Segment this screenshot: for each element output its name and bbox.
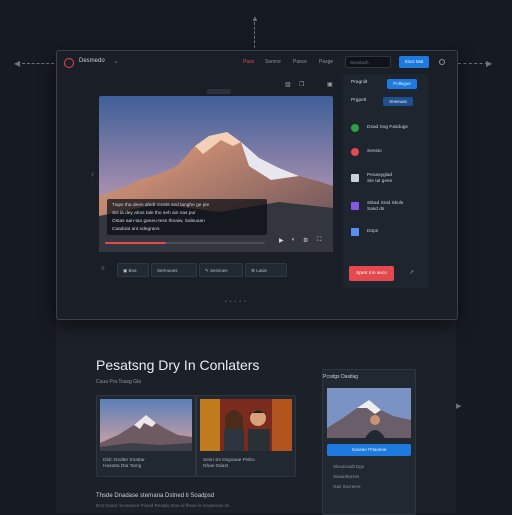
menu-icon[interactable]: ≡	[101, 266, 105, 272]
toolbar-chip[interactable]: Sermuoes	[151, 263, 197, 277]
primary-button[interactable]: Sloct Mat	[399, 56, 429, 68]
app-title: Desmedo	[79, 58, 105, 64]
pagination-dots[interactable]: •••••	[225, 299, 249, 305]
copy-icon[interactable]: ❐	[299, 81, 304, 88]
connector-top	[254, 22, 255, 48]
toolbar-chip-label: Boa	[128, 268, 137, 273]
side-pill-active[interactable]: Pollegue	[387, 79, 417, 89]
app-logo-icon[interactable]	[64, 58, 74, 68]
toolbar-chip-label: Lasie	[256, 268, 268, 273]
side-item[interactable]: Stkad Snid Skols Sasd ds	[367, 201, 403, 213]
gallery-icon	[351, 228, 359, 236]
play-square-icon	[351, 174, 359, 182]
side-pill[interactable]: Sneeuas	[383, 97, 413, 106]
section-heading: Pesatsng Dry In Conlaters	[96, 357, 260, 373]
play-icon[interactable]: ▶	[279, 237, 284, 244]
app-window: Desmedo ⌄ Pass Senrce Pasce Pasge Sesnla…	[56, 50, 458, 320]
preview-thumbnail	[327, 388, 411, 438]
side-item[interactable]: Peoasyglad Sie tal gees	[367, 173, 392, 185]
connector-right	[458, 63, 488, 64]
footer-subtitle: Dos Doasc Scseanen Pnsed Reotda Stan-al …	[96, 503, 230, 508]
side-pill[interactable]: Pragnilt	[351, 80, 367, 85]
toolbar-chip[interactable]: ✎ Sesnoes	[199, 263, 243, 277]
preview-line: Gas Socreers	[333, 484, 361, 489]
preview-card-title: Pcodgs Dastlag	[323, 374, 359, 380]
toolbar-chip[interactable]: ⚙ Lasie	[245, 263, 287, 277]
side-panel: Pragnilt Pollegue Prgpelt Sneeuas Dsad S…	[343, 74, 429, 288]
toolbar-chip-label: Sermuoes	[157, 268, 178, 273]
caption-line: Sis ia dey ahos tale tho seh ain nas pur	[112, 211, 196, 216]
connector-left	[22, 63, 54, 64]
lower-section: Pesatsng Dry In Conlaters Cuua Pra Toasg…	[56, 318, 456, 515]
red-dot-icon	[351, 148, 359, 156]
gear-icon[interactable]	[439, 59, 445, 65]
video-player[interactable]: Tiaps tha deen ahidt reosts zed tanghe g…	[99, 96, 333, 252]
video-progress-fill	[105, 242, 166, 244]
expand-icon[interactable]: ⛶	[317, 237, 321, 244]
video-caption: Tiaps tha deen ahidt reosts zed tanghe g…	[107, 199, 267, 235]
nav-item[interactable]: Pass	[243, 59, 254, 65]
fullscreen-icon[interactable]: ▣	[327, 81, 333, 88]
preview-line: Slunaroadt Dgs	[333, 464, 365, 469]
cta-button[interactable]: Spetr Inn seco	[349, 266, 394, 281]
video-progress-bar[interactable]	[105, 242, 265, 244]
nav-item[interactable]: Senrce	[265, 59, 281, 65]
arrow-left-icon: ◀	[14, 59, 21, 68]
video-handle[interactable]	[207, 89, 231, 94]
caption-line: Ostas aan-tao ganeu-tess thnaiw, Salsuua…	[112, 219, 205, 224]
arrow-right-icon: ▶	[456, 403, 462, 410]
arrow-right-icon: ▶	[486, 59, 493, 68]
grid-icon[interactable]: ▥	[285, 81, 291, 88]
volume-icon[interactable]: ◖	[291, 237, 295, 243]
card-caption: Dldc Dedtte Snattar Hasatta Dta Tamg	[103, 458, 145, 469]
preview-action-button[interactable]: Sosean Prtaonne	[327, 444, 411, 456]
toolbar-chip[interactable]: ▣ Boa	[117, 263, 149, 277]
green-dot-icon	[351, 124, 359, 132]
caption-line: Tiaps tha deen ahidt reosts zed tanghe g…	[112, 203, 210, 208]
preview-line: Ssaurelarzes	[333, 474, 360, 479]
media-card[interactable]: Dldc Dedtte Snattar Hasatta Dta Tamg	[96, 395, 196, 477]
caption-line: Caadoat ant ndegrans	[112, 227, 160, 232]
side-item[interactable]: Dops	[367, 229, 378, 235]
search-input[interactable]: Sesnlach	[345, 56, 391, 68]
top-bar: Desmedo ⌄ Pass Senrce Pasce Pasge Sesnla…	[57, 51, 457, 75]
chevron-left-icon[interactable]: ‹	[91, 169, 94, 180]
toolbar-chip-label: Sesnoes	[210, 268, 228, 273]
chevron-down-icon[interactable]: ⌄	[113, 57, 119, 65]
side-item[interactable]: Sensio	[367, 149, 382, 155]
card-caption: Sesn Ss Dsgoaae Pisbo Nhas Ddast	[203, 458, 255, 469]
section-subheading: Cuua Pra Toasg Gla	[96, 379, 141, 385]
arrow-up-icon: ▲	[251, 14, 259, 23]
media-card[interactable]: Sesn Ss Dsgoaae Pisbo Nhas Ddast	[196, 395, 296, 477]
nav-item[interactable]: Pasge	[319, 59, 333, 65]
nav-item[interactable]: Pasce	[293, 59, 307, 65]
image-icon	[351, 202, 359, 210]
mountain-thumbnail	[100, 399, 192, 451]
settings-icon[interactable]: ⚙	[303, 237, 308, 244]
preview-card: Pcodgs Dastlag Sosean Prtaonne Slunaroad…	[322, 369, 416, 515]
footer-title: Thsde Dnadase sternana Dstned ti Soadpsd	[96, 493, 215, 499]
side-pill[interactable]: Prgpelt	[351, 98, 366, 103]
share-icon[interactable]: ↗	[409, 269, 414, 276]
people-thumbnail	[200, 399, 292, 451]
side-item[interactable]: Dsad Sog Fasdugs	[367, 125, 408, 131]
